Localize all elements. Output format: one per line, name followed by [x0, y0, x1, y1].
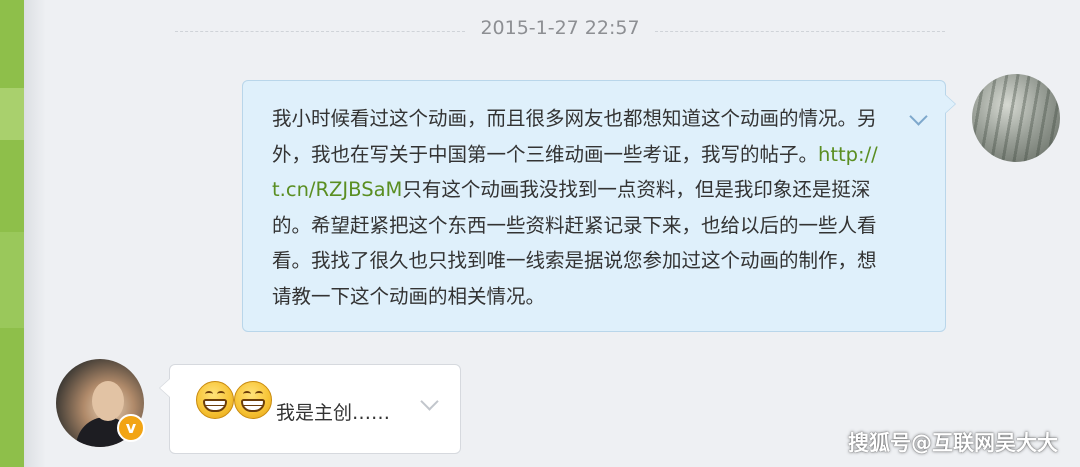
bubble-tail	[945, 95, 955, 113]
chevron-down-icon[interactable]	[909, 107, 928, 126]
avatar-photo-texture	[972, 74, 1060, 162]
divider	[175, 31, 465, 32]
emoji-mouth	[241, 399, 265, 412]
sidebar-tab[interactable]	[0, 232, 24, 328]
message-timestamp: 2015-1-27 22:57	[480, 17, 640, 39]
verified-badge: v	[117, 414, 145, 442]
bubble-tail	[160, 379, 170, 397]
incoming-message-bubble: 我是主创……	[159, 364, 461, 454]
emoji-eye	[205, 391, 213, 397]
avatar-face	[92, 381, 124, 421]
message-text: 我小时候看过这个动画，而且很多网友也都想知道这个动画的情况。另外，我也在写关于中…	[272, 107, 877, 166]
sidebar-shadow	[24, 0, 46, 467]
my-avatar[interactable]	[972, 74, 1060, 162]
chevron-down-icon[interactable]	[420, 392, 439, 411]
emoji-eye	[243, 391, 251, 397]
app-sidebar-strip	[0, 0, 24, 467]
source-watermark: 搜狐号@互联网吴大大	[848, 431, 1058, 455]
message-timestamp-row: 2015-1-27 22:57	[175, 14, 945, 42]
incoming-message-text: 我是主创……	[276, 402, 391, 424]
emoji-mouth	[203, 399, 227, 412]
divider	[655, 31, 945, 32]
grin-emoji	[196, 381, 234, 419]
grin-emoji	[234, 381, 272, 419]
emoji-eye	[217, 391, 225, 397]
sidebar-active-tab[interactable]	[0, 88, 24, 140]
emoji-eye	[255, 391, 263, 397]
outgoing-message-bubble: 我小时候看过这个动画，而且很多网友也都想知道这个动画的情况。另外，我也在写关于中…	[242, 80, 956, 332]
outgoing-message-text: 我小时候看过这个动画，而且很多网友也都想知道这个动画的情况。另外，我也在写关于中…	[272, 101, 884, 314]
